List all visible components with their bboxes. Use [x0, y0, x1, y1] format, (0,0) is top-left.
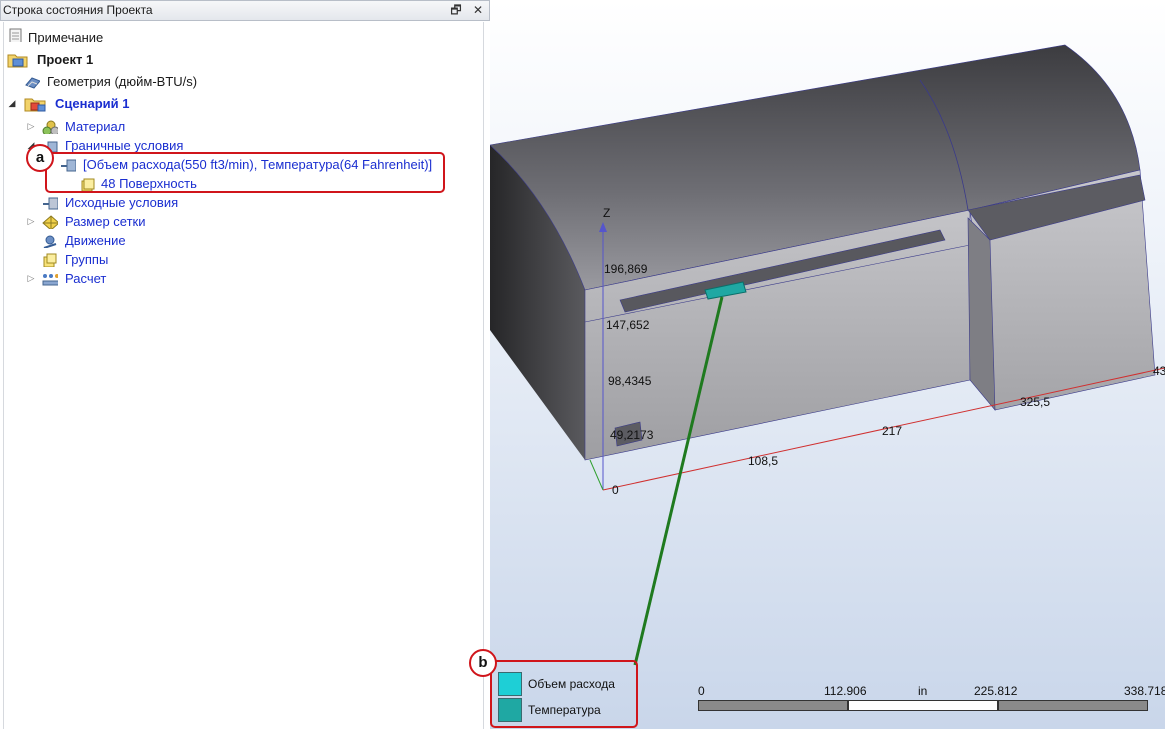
dim-label-98: 98,4345 [608, 374, 652, 388]
scale-segment-1 [698, 700, 848, 711]
dim-label-0: 0 [612, 483, 619, 497]
dim-label-196: 196,869 [604, 262, 648, 276]
tree-label-geometry: Геометрия (дюйм-BTU/s) [47, 74, 198, 89]
tree-item-scenario[interactable]: ◢ Сценарий 1 [4, 94, 304, 113]
scale-unit: in [918, 684, 928, 698]
tree-label-initial: Исходные условия [65, 195, 179, 210]
scale-segment-2 [848, 700, 998, 711]
tree-label-mesh: Размер сетки [65, 214, 146, 229]
tree-item-initial[interactable]: Исходные условия [4, 193, 304, 212]
3d-viewport[interactable]: Z 196,869 147,652 98,4345 49,2173 0 108,… [490, 0, 1165, 729]
material-icon [42, 120, 58, 134]
panel-header: Строка состояния Проекта 🗗 ✕ [0, 0, 490, 21]
model-view [490, 44, 1165, 666]
scale-tick-1: 112.906 [824, 684, 867, 698]
tree-label-note: Примечание [28, 30, 104, 45]
dim-label-325: 325,5 [1020, 395, 1051, 409]
tree-label-groups: Группы [65, 252, 109, 267]
tree-item-mesh[interactable]: ▷ Размер сетки [4, 212, 304, 231]
scale-tick-2: 225.812 [974, 684, 1018, 698]
initial-conditions-icon [43, 197, 58, 210]
app-window: Строка состояния Проекта 🗗 ✕ Примечание [0, 0, 1165, 729]
project-icon [7, 54, 28, 68]
annotation-box-a [45, 152, 445, 193]
motion-icon [43, 235, 57, 248]
tree-label-calc: Расчет [65, 271, 107, 286]
scenario-icon [24, 98, 46, 112]
tree-item-project[interactable]: Проект 1 [4, 50, 304, 69]
scale-tick-0: 0 [698, 684, 705, 698]
y-axis [589, 459, 604, 491]
dim-label-43: 43 [1153, 364, 1165, 378]
z-axis-label: Z [603, 206, 611, 220]
annotation-marker-a: a [26, 144, 54, 172]
collapsed-arrow-icon[interactable]: ▷ [26, 117, 36, 136]
annotation-marker-b: b [469, 649, 497, 677]
restore-icon[interactable]: 🗗 [450, 3, 461, 17]
dim-label-108: 108,5 [748, 454, 779, 468]
tree-item-material[interactable]: ▷ Материал [4, 117, 304, 136]
dim-label-217: 217 [882, 424, 903, 438]
tree-label-project: Проект 1 [37, 52, 94, 67]
tree-item-motion[interactable]: Движение [4, 231, 304, 250]
collapsed-arrow-icon[interactable]: ▷ [26, 212, 36, 231]
expanded-arrow-icon[interactable]: ◢ [7, 94, 17, 113]
dim-label-49: 49,2173 [610, 428, 654, 442]
tree-label-motion: Движение [65, 233, 126, 248]
tree-label-scenario: Сценарий 1 [55, 96, 130, 111]
project-status-panel: Строка состояния Проекта 🗗 ✕ Примечание [0, 0, 490, 729]
collapsed-arrow-icon[interactable]: ▷ [26, 269, 36, 288]
scale-segment-3 [998, 700, 1148, 711]
geometry-icon [25, 77, 40, 89]
panel-title: Строка состояния Проекта [3, 3, 153, 17]
mesh-icon [42, 215, 58, 229]
annotation-box-b [490, 660, 638, 728]
tree-item-note[interactable]: Примечание [4, 28, 304, 47]
tree-item-groups[interactable]: Группы [4, 250, 304, 269]
tree-item-geometry[interactable]: Геометрия (дюйм-BTU/s) [4, 72, 304, 91]
close-icon[interactable]: ✕ [473, 3, 483, 17]
project-tree: Примечание Проект 1 Геометрия (дюйм-BTU/… [3, 22, 484, 729]
dim-label-147: 147,652 [606, 318, 650, 332]
groups-icon [43, 253, 57, 267]
note-icon [9, 28, 22, 42]
scale-tick-3: 338.718 [1124, 684, 1165, 698]
calculation-icon [42, 274, 58, 286]
tree-label-material: Материал [65, 119, 126, 134]
tree-item-calc[interactable]: ▷ Расчет [4, 269, 304, 288]
